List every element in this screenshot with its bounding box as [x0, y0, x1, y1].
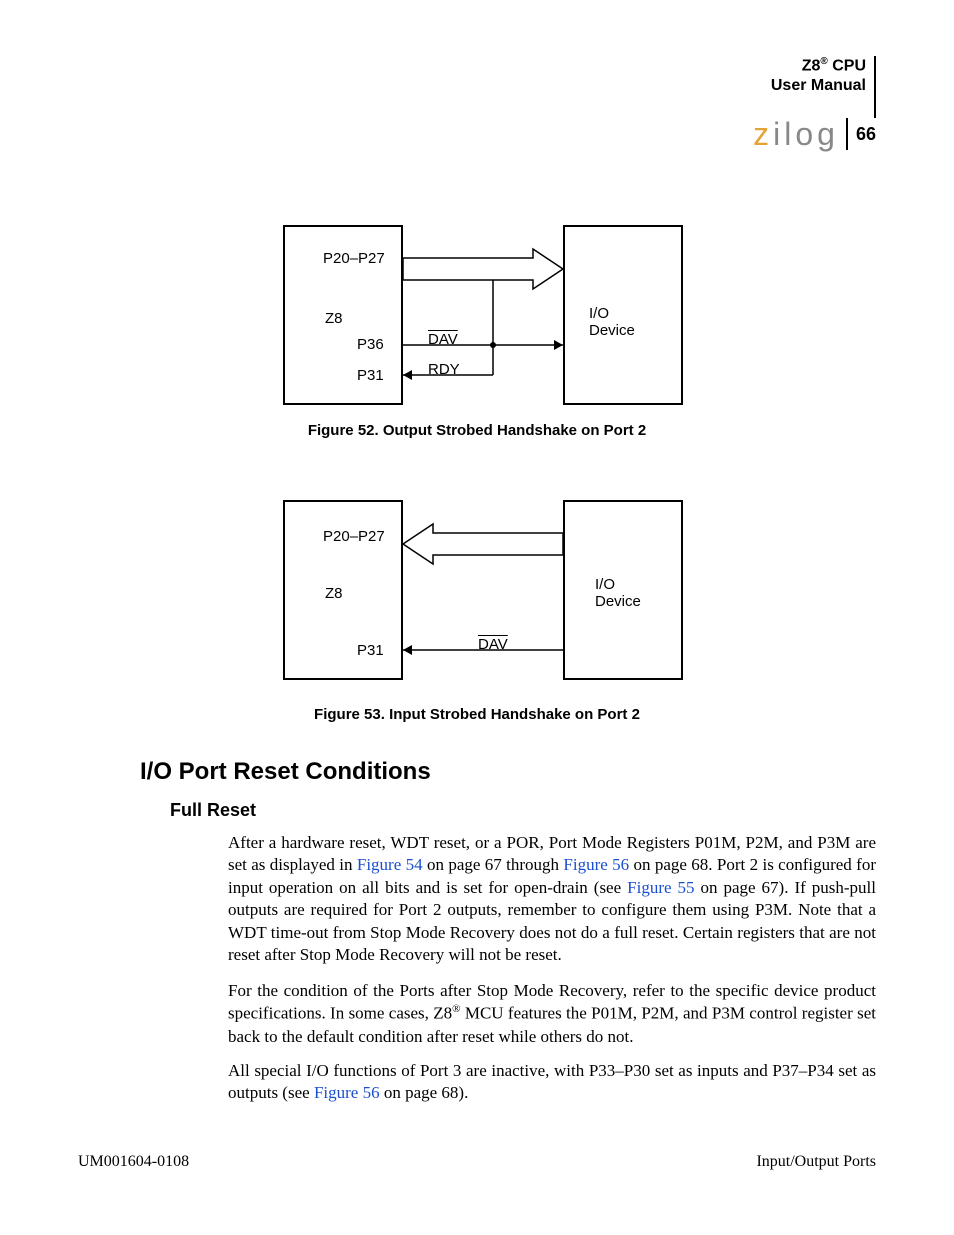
- label-device-53: Device: [595, 593, 641, 610]
- label-p20-p27: P20–P27: [323, 250, 385, 267]
- figure-52-caption: Figure 52. Output Strobed Handshake on P…: [0, 422, 954, 439]
- p1-text-b: on page 67 through: [423, 855, 564, 874]
- section-heading-2: Full Reset: [170, 800, 256, 821]
- label-p20-p27-53: P20–P27: [323, 528, 385, 545]
- header-title-block: Z8® CPU User Manual: [753, 56, 876, 118]
- figure-53-caption: Figure 53. Input Strobed Handshake on Po…: [0, 706, 954, 723]
- page-number: 66: [856, 124, 876, 145]
- logo-z: z: [753, 116, 773, 152]
- label-z8: Z8: [325, 310, 343, 327]
- footer-doc-id: UM001604-0108: [78, 1153, 189, 1171]
- paragraph-3: All special I/O functions of Port 3 are …: [228, 1060, 876, 1105]
- figure-53-connections: [283, 500, 683, 680]
- label-z8-53: Z8: [325, 585, 343, 602]
- label-io-53: I/O: [595, 576, 615, 593]
- product-name: Z8: [802, 57, 821, 74]
- link-figure-56[interactable]: Figure 56: [563, 855, 629, 874]
- link-figure-54[interactable]: Figure 54: [357, 855, 423, 874]
- label-p36: P36: [357, 336, 384, 353]
- paragraph-1: After a hardware reset, WDT reset, or a …: [228, 832, 876, 967]
- figure-53: P20–P27 Z8 P31 DAV I/O Device: [283, 500, 683, 680]
- figure-52: P20–P27 Z8 P36 P31 DAV RDY I/O Device: [283, 225, 683, 405]
- p3-text-b: on page 68).: [380, 1083, 469, 1102]
- label-rdy: RDY: [428, 361, 460, 378]
- link-figure-55[interactable]: Figure 55: [627, 878, 694, 897]
- link-figure-56-b[interactable]: Figure 56: [314, 1083, 380, 1102]
- manual-label: User Manual: [771, 77, 866, 94]
- label-dav: DAV: [428, 331, 458, 348]
- logo-row: zilog 66: [753, 118, 876, 150]
- section-heading-1: I/O Port Reset Conditions: [140, 758, 431, 786]
- label-dav-53: DAV: [478, 636, 508, 653]
- label-p31: P31: [357, 367, 384, 384]
- paragraph-2: For the condition of the Ports after Sto…: [228, 980, 876, 1048]
- label-io: I/O: [589, 305, 609, 322]
- footer-section: Input/Output Ports: [756, 1153, 876, 1171]
- p2-reg: ®: [452, 1003, 460, 1015]
- logo-ilog: ilog: [773, 116, 839, 152]
- label-device: Device: [589, 322, 635, 339]
- zilog-logo: zilog: [753, 118, 848, 150]
- page-header: Z8® CPU User Manual zilog 66: [753, 56, 876, 150]
- registered-mark: ®: [820, 56, 827, 67]
- product-cpu: CPU: [828, 57, 866, 74]
- label-p31-53: P31: [357, 642, 384, 659]
